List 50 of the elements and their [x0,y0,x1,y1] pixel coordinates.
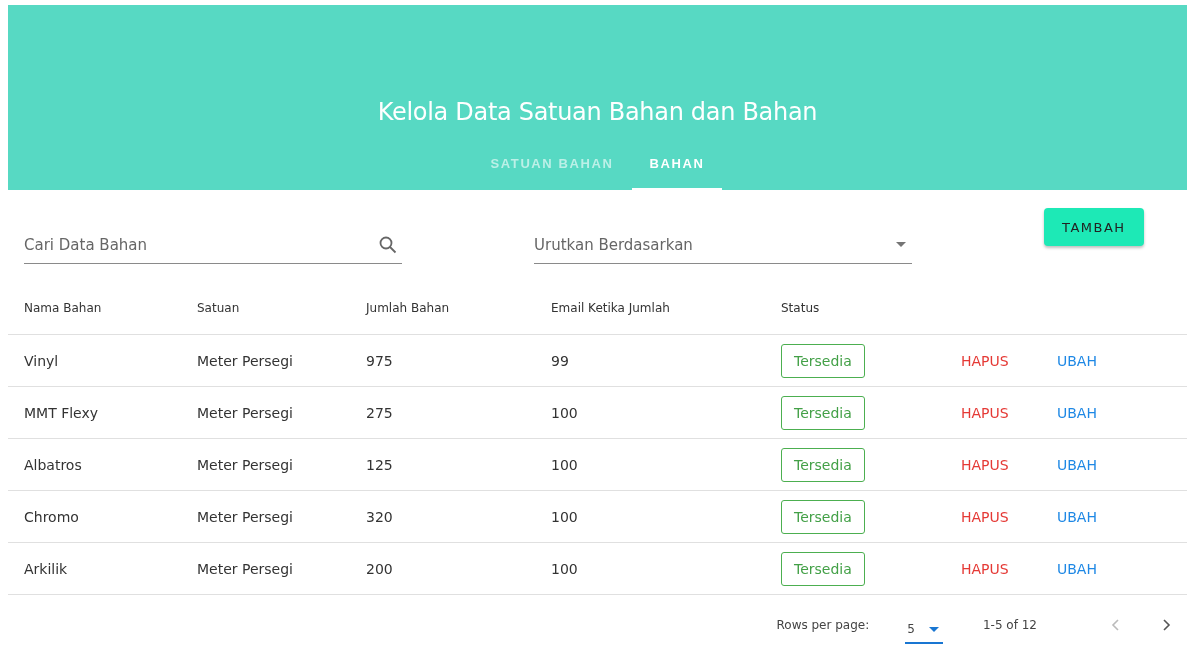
table-cell-text: Albatros [24,456,83,473]
table-cell-text: Meter Persegi [197,560,294,577]
delete-link[interactable]: HAPUS [961,508,1009,525]
page-title: Kelola Data Satuan Bahan dan Bahan [377,98,818,126]
table-cell-text: Meter Persegi [197,352,294,369]
table-cell-text: Meter Persegi [197,404,294,421]
edit-link[interactable]: UBAH [1057,352,1097,369]
search-field[interactable]: Cari Data Bahan [24,226,402,264]
delete-link[interactable]: HAPUS [961,404,1009,421]
table-cell-text: Meter Persegi [197,508,294,525]
table-cell-text: Arkilik [24,560,69,577]
table-cell-text: Chromo [24,508,80,525]
table-cell-text: 200 [366,560,394,577]
table-cell-text: 100 [551,456,579,473]
search-icon [378,235,398,255]
edit-link[interactable]: UBAH [1057,456,1097,473]
delete-link[interactable]: HAPUS [961,352,1009,369]
status-badge: Tersedia [781,447,865,482]
table-cell-text: 125 [366,456,394,473]
status-badge: Tersedia [781,551,865,586]
table-cell-text: Meter Persegi [197,456,294,473]
table-cell-text: 100 [551,404,579,421]
delete-link[interactable]: HAPUS [961,560,1009,577]
status-badge: Tersedia [781,499,865,534]
table-cell-text: Vinyl [24,352,60,369]
column-header: Satuan [197,301,241,315]
table-cell-text: 100 [551,508,579,525]
edit-link[interactable]: UBAH [1057,404,1097,421]
rows-per-page-label: Rows per page: [776,618,870,632]
table-cell-text: 99 [551,352,570,369]
table-cell-text: 100 [551,560,579,577]
rows-per-page-select[interactable]: 5 [905,614,943,644]
edit-link[interactable]: UBAH [1057,560,1097,577]
table-cell-text: MMT Flexy [24,404,100,421]
edit-link[interactable]: UBAH [1057,508,1097,525]
delete-link[interactable]: HAPUS [961,456,1009,473]
column-header: Jumlah Bahan [366,301,451,315]
page-range: 1-5 of 12 [982,618,1037,632]
status-badge: Tersedia [781,395,865,430]
add-button[interactable]: TAMBAH [1044,208,1144,246]
column-header: Status [781,301,821,315]
table-cell-text: 320 [366,508,394,525]
column-header: Nama Bahan [24,301,103,315]
table-cell-text: 975 [366,352,394,369]
sort-dropdown[interactable]: Urutkan Berdasarkan [534,226,912,264]
caret-icon [928,626,939,632]
column-header: Email Ketika Jumlah [551,301,671,315]
status-badge: Tersedia [781,343,865,378]
caret-icon [896,242,906,247]
table-cell-text: 275 [366,404,394,421]
